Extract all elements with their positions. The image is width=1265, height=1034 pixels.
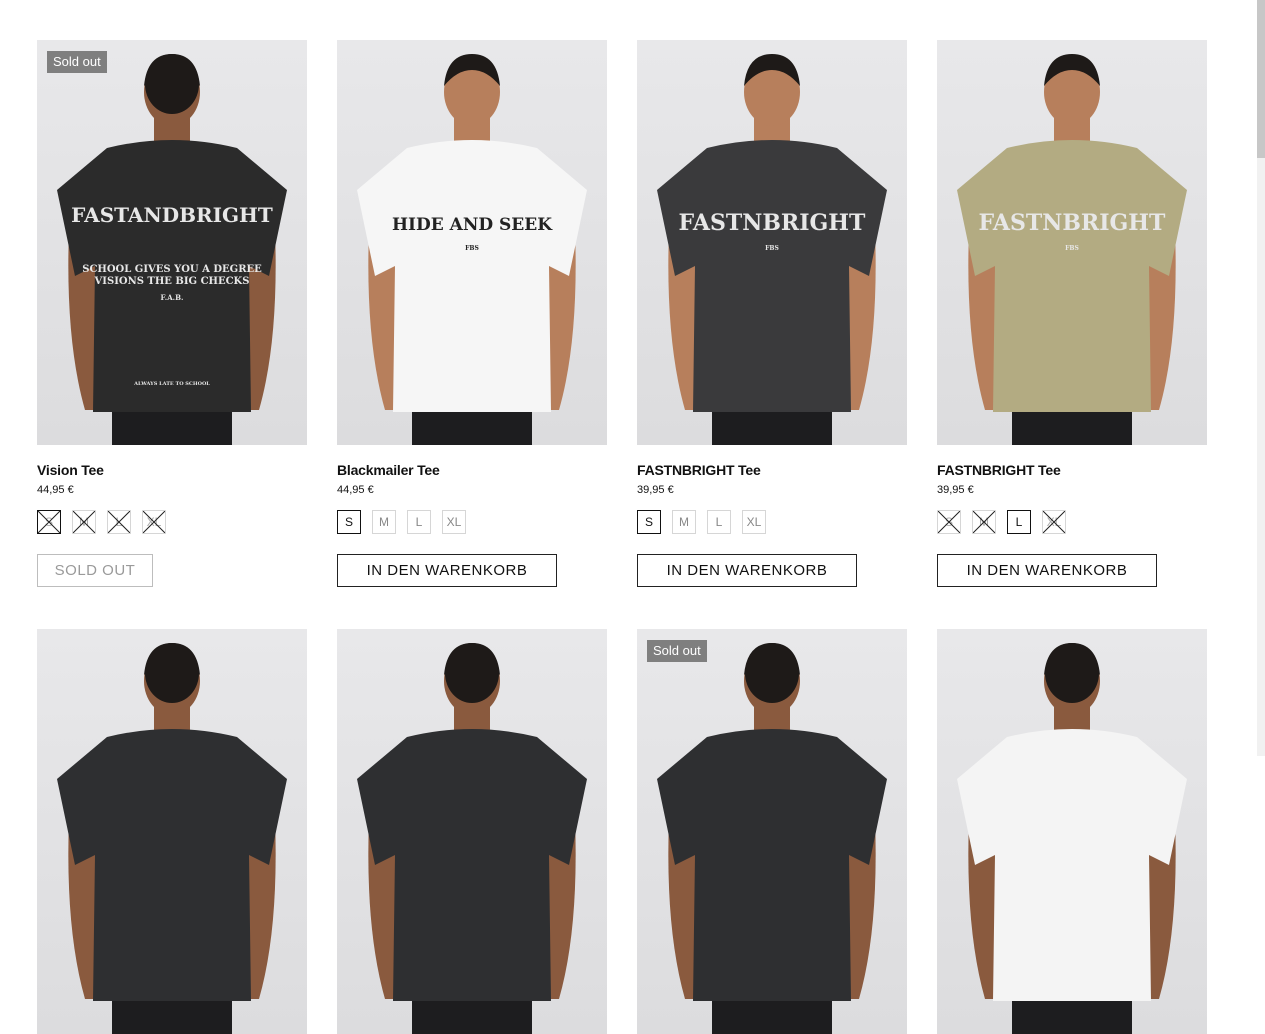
scrollbar-track[interactable] [1257, 0, 1265, 756]
unavailable-cross-icon [108, 511, 130, 533]
tshirt-print-text: VISIONS THE BIG CHECKS [94, 276, 250, 287]
product-image[interactable] [337, 629, 607, 1034]
product-card: FASTNBRIGHT FBS FASTNBRIGHT Tee 39,95 € S M L X… [637, 40, 907, 587]
tshirt-print-text: FASTANDBRIGHT [71, 203, 273, 227]
size-selector: SM L XL [937, 510, 1207, 534]
add-to-cart-button[interactable]: IN DEN WARENKORB [337, 554, 557, 587]
size-option[interactable]: M [972, 510, 996, 534]
product-image[interactable]: FASTNBRIGHT FBS [637, 40, 907, 445]
tshirt-print-text: SCHOOL GIVES YOU A DEGREE [82, 264, 262, 275]
size-option[interactable]: XL [442, 510, 466, 534]
add-to-cart-button[interactable]: IN DEN WARENKORB [637, 554, 857, 587]
product-card [337, 629, 607, 1034]
size-label: S [644, 515, 653, 529]
unavailable-cross-icon [938, 511, 960, 533]
product-title[interactable]: Vision Tee [37, 462, 307, 478]
size-selector: SML XL [37, 510, 307, 534]
size-option[interactable]: S [337, 510, 361, 534]
size-option[interactable]: XL [142, 510, 166, 534]
product-card: Sold out [637, 629, 907, 1034]
size-option[interactable]: M [72, 510, 96, 534]
product-card: FASTNBRIGHT FBS FASTNBRIGHT Tee 39,95 € SM L X… [937, 40, 1207, 587]
product-title[interactable]: Blackmailer Tee [337, 462, 607, 478]
product-price: 39,95 € [637, 484, 674, 496]
size-selector: S M L XL [637, 510, 907, 534]
product-card: HIDE AND SEEK FBS Blackmailer Tee 44,95 € S M… [337, 40, 607, 587]
size-label: L [1015, 515, 1023, 529]
size-label: M [379, 515, 389, 529]
unavailable-cross-icon [143, 511, 165, 533]
size-label: M [679, 515, 689, 529]
size-selector: S M L XL [337, 510, 607, 534]
size-label: L [715, 515, 723, 529]
unavailable-cross-icon [973, 511, 995, 533]
unavailable-cross-icon [73, 511, 95, 533]
product-price: 39,95 € [937, 484, 974, 496]
size-option[interactable]: M [672, 510, 696, 534]
size-option[interactable]: L [1007, 510, 1031, 534]
product-image[interactable]: HIDE AND SEEK FBS [337, 40, 607, 445]
product-image[interactable]: FASTANDBRIGHT SCHOOL GIVES YOU A DEGREE VI… [37, 40, 307, 445]
size-label: XL [746, 515, 762, 529]
size-label: S [344, 515, 353, 529]
product-title[interactable]: FASTNBRIGHT Tee [937, 462, 1207, 478]
tshirt-print-text: FASTNBRIGHT [979, 210, 1167, 236]
sold-out-badge: Sold out [647, 640, 707, 662]
size-option[interactable]: M [372, 510, 396, 534]
product-image[interactable] [937, 629, 1207, 1034]
tshirt-print-text: FBS [1065, 245, 1079, 252]
product-image[interactable]: Sold out [637, 629, 907, 1034]
tshirt-print-text: FBS [465, 245, 479, 252]
size-option[interactable]: L [407, 510, 431, 534]
product-card [37, 629, 307, 1034]
product-title[interactable]: FASTNBRIGHT Tee [637, 462, 907, 478]
tshirt-print-text: FBS [765, 245, 779, 252]
size-option[interactable]: L [707, 510, 731, 534]
sold-out-button[interactable]: SOLD OUT [37, 554, 153, 587]
product-card [937, 629, 1207, 1034]
scrollbar-thumb[interactable] [1257, 0, 1265, 158]
tshirt-print-text: HIDE AND SEEK [392, 215, 553, 235]
product-price: 44,95 € [337, 484, 374, 496]
size-label: L [415, 515, 423, 529]
tshirt-print-text: F.A.B. [161, 293, 184, 302]
product-image[interactable] [37, 629, 307, 1034]
size-label: XL [446, 515, 462, 529]
size-option[interactable]: S [637, 510, 661, 534]
tshirt-print-text: FASTNBRIGHT [679, 210, 867, 236]
size-option[interactable]: S [37, 510, 61, 534]
sold-out-badge: Sold out [47, 51, 107, 73]
size-option[interactable]: L [107, 510, 131, 534]
size-option[interactable]: XL [742, 510, 766, 534]
size-option[interactable]: S [937, 510, 961, 534]
size-option[interactable]: XL [1042, 510, 1066, 534]
unavailable-cross-icon [38, 511, 60, 533]
tshirt-print-text: ALWAYS LATE TO SCHOOL [133, 381, 210, 387]
product-image[interactable]: FASTNBRIGHT FBS [937, 40, 1207, 445]
unavailable-cross-icon [1043, 511, 1065, 533]
product-card: FASTANDBRIGHT SCHOOL GIVES YOU A DEGREE VI… [37, 40, 307, 587]
add-to-cart-button[interactable]: IN DEN WARENKORB [937, 554, 1157, 587]
product-price: 44,95 € [37, 484, 74, 496]
